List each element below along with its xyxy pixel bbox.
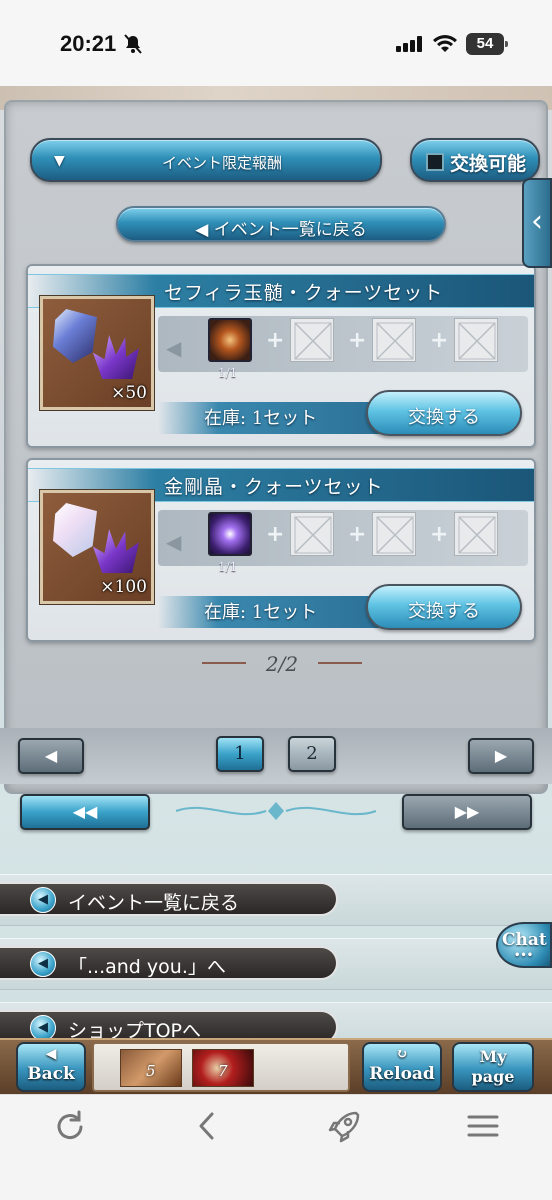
back-to-event-list-label: ◀ イベント一覧に戻る (195, 220, 367, 240)
filter-label: イベント限定報酬 (162, 154, 283, 172)
prev-page-button[interactable]: ◀ (18, 738, 84, 774)
ornament (318, 662, 362, 664)
plus-icon: + (430, 328, 449, 353)
stock-label: 在庫: 1セット (204, 408, 318, 429)
plus-icon: + (348, 328, 367, 353)
status-bar: 20:21 54 (0, 0, 552, 86)
double-right-icon: ▶▶ (454, 802, 480, 821)
adamantine-crystal-icon (53, 503, 97, 557)
material-icon[interactable] (208, 512, 252, 556)
item-card: セフィラ玉髄・クォーツセット ×50 ◀ 1/1 + + + 在庫: 1セット … (26, 264, 536, 448)
triangle-down-icon: ▼ (54, 153, 65, 169)
mypage-label-line2: page (471, 1067, 515, 1086)
double-left-icon: ◀◀ (72, 802, 98, 821)
chat-button[interactable]: Chat ••• (496, 922, 552, 968)
empty-slot (454, 512, 498, 556)
checkbox[interactable] (426, 153, 444, 171)
chevron-left-icon: ‹ (531, 204, 543, 239)
plus-icon: + (348, 522, 367, 547)
reload-label: Reload (369, 1064, 435, 1084)
stock-label: 在庫: 1セット (204, 602, 318, 623)
material-count: 1/1 (218, 560, 238, 574)
reload-icon: ↻ (396, 1046, 408, 1062)
mypage-label-line1: My (479, 1047, 507, 1066)
reward-quantity: ×50 (111, 383, 147, 403)
party-member-level: 7 (218, 1062, 228, 1080)
browser-toolbar (0, 1094, 552, 1200)
side-menu-tab[interactable]: ‹ (522, 178, 552, 268)
chevron-left-icon[interactable] (194, 1109, 220, 1147)
page-1-button[interactable]: 1 (216, 736, 264, 772)
material-count: 1/1 (218, 366, 238, 380)
back-button[interactable]: ◀ Back (16, 1042, 86, 1092)
back-label: Back (27, 1064, 75, 1084)
plus-icon: + (266, 328, 285, 353)
page-number: 1 (234, 743, 246, 764)
triangle-left-icon: ◀ (44, 746, 58, 765)
exchange-label: 交換する (408, 601, 480, 622)
arrow-bullet-icon: ◀ (30, 951, 56, 977)
mypage-button[interactable]: My page (452, 1042, 534, 1092)
next-page-button[interactable]: ▶ (468, 738, 534, 774)
filter-dropdown[interactable]: ▼ イベント限定報酬 (30, 138, 382, 182)
item-thumbnail[interactable]: ×100 (40, 490, 154, 604)
battery-indicator: 54 (466, 33, 508, 55)
exchange-button[interactable]: 交換する (366, 390, 522, 436)
clock: 20:21 (60, 31, 117, 56)
party-preview[interactable]: 5 7 (92, 1042, 350, 1092)
page-number: 2 (306, 743, 318, 764)
page-indicator-text: 2/2 (265, 652, 299, 676)
empty-slot (454, 318, 498, 362)
plus-icon: + (266, 522, 285, 547)
exchangeable-toggle[interactable]: 交換可能 (410, 138, 540, 182)
quartz-icon (93, 529, 139, 573)
empty-slot (372, 512, 416, 556)
material-icon[interactable] (208, 318, 252, 362)
menu-icon[interactable] (466, 1109, 500, 1147)
empty-slot (290, 512, 334, 556)
page-2-button[interactable]: 2 (288, 736, 336, 772)
back-arrow-icon: ◀ (45, 1046, 57, 1062)
link-event-list[interactable]: ◀ イベント一覧に戻る (0, 882, 338, 916)
ornament (202, 662, 246, 664)
bell-slash-icon (124, 34, 142, 58)
item-card: 金剛晶・クォーツセット ×100 ◀ 1/1 + + + 在庫: 1セット 交換… (26, 458, 536, 642)
signal-icon (396, 36, 424, 56)
game-nav-bar: ◀ Back 5 7 ↻ Reload My page (0, 1038, 552, 1094)
back-to-event-list-button[interactable]: ◀ イベント一覧に戻る (116, 206, 446, 242)
empty-slot (372, 318, 416, 362)
game-area: ▼ イベント限定報酬 交換可能 ◀ イベント一覧に戻る セフィラ玉髄・クォーツセ… (0, 86, 552, 1094)
exchange-button[interactable]: 交換する (366, 584, 522, 630)
party-member-level: 5 (146, 1062, 156, 1080)
last-page-button[interactable]: ▶▶ (402, 794, 532, 830)
triangle-right-icon: ▶ (494, 746, 508, 765)
link-label: イベント一覧に戻る (68, 892, 240, 914)
arrow-left-icon: ◀ (166, 530, 182, 554)
item-title: 金剛晶・クォーツセット (164, 476, 384, 498)
refresh-icon[interactable] (52, 1109, 86, 1147)
arrow-left-icon: ◀ (166, 336, 182, 360)
page-indicator: 2/2 (6, 652, 552, 676)
plus-icon: + (430, 522, 449, 547)
empty-slot (290, 318, 334, 362)
ornamental-divider (176, 802, 376, 820)
toggle-label: 交換可能 (450, 153, 527, 175)
arrow-bullet-icon: ◀ (30, 887, 56, 913)
chat-label: Chat (502, 930, 547, 950)
first-page-button[interactable]: ◀◀ (20, 794, 150, 830)
item-title: セフィラ玉髄・クォーツセット (164, 282, 444, 304)
item-thumbnail[interactable]: ×50 (40, 296, 154, 410)
link-and-you[interactable]: ◀ 「...and you.」へ (0, 946, 338, 980)
exchange-label: 交換する (408, 407, 480, 428)
sephira-chalcedony-icon (53, 309, 97, 363)
link-label: 「...and you.」へ (68, 956, 226, 978)
rocket-icon[interactable] (326, 1109, 362, 1149)
wifi-icon (432, 34, 458, 58)
quartz-icon (93, 335, 139, 379)
reward-quantity: ×100 (100, 577, 147, 597)
chat-dots: ••• (514, 950, 534, 961)
shop-panel: ▼ イベント限定報酬 交換可能 ◀ イベント一覧に戻る セフィラ玉髄・クォーツセ… (4, 100, 548, 794)
reload-button[interactable]: ↻ Reload (362, 1042, 442, 1092)
